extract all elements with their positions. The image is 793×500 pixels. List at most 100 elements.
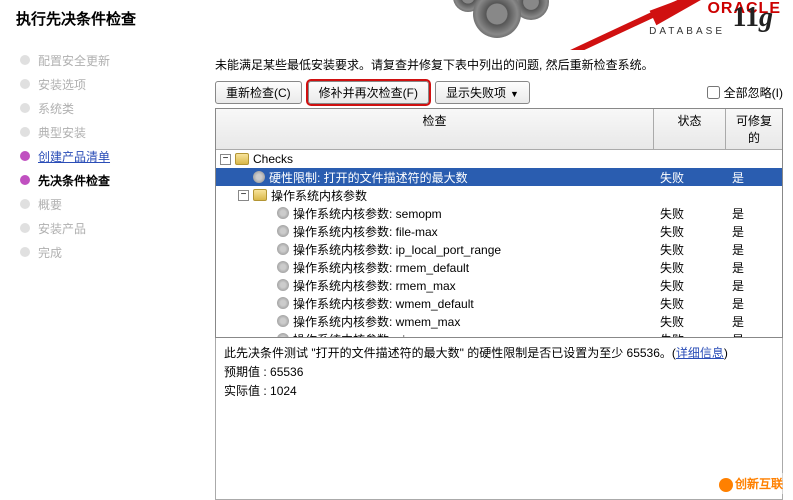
- row-status: 失败: [654, 313, 726, 330]
- description-text: 未能满足某些最低安装要求。请复查并修复下表中列出的问题, 然后重新检查系统。: [215, 56, 783, 73]
- table-row[interactable]: +操作系统内核参数: semopm失败是: [216, 204, 782, 222]
- sidebar-item: 配置安全更新: [16, 48, 205, 72]
- gear-icon: [277, 297, 289, 309]
- sidebar-item[interactable]: 创建产品清单: [16, 144, 205, 168]
- nav-bullet-icon: [20, 223, 30, 233]
- row-label: 操作系统内核参数: ip_local_port_range: [293, 241, 501, 258]
- row-label: 操作系统内核参数: wmem_default: [293, 295, 474, 312]
- gear-icon: [277, 225, 289, 237]
- detail-description: 此先决条件测试 "打开的文件描述符的最大数" 的硬性限制是否已设置为至少 655…: [224, 346, 676, 360]
- ignore-all-checkbox[interactable]: 全部忽略(I): [707, 84, 783, 101]
- gear-icon: [277, 243, 289, 255]
- table-row[interactable]: +操作系统内核参数: wmem_default失败是: [216, 294, 782, 312]
- sidebar-item: 完成: [16, 240, 205, 264]
- gear-icon: [277, 315, 289, 327]
- table-row[interactable]: +操作系统内核参数: ip_local_port_range失败是: [216, 240, 782, 258]
- nav-bullet-icon: [20, 103, 30, 113]
- gears-decoration: [453, 0, 573, 40]
- row-status: 失败: [654, 169, 726, 186]
- folder-icon: [235, 153, 249, 165]
- sidebar-item-label: 安装产品: [38, 220, 86, 237]
- row-fixable: 是: [726, 259, 782, 276]
- sidebar: 执行先决条件检查 配置安全更新安装选项系统类典型安装创建产品清单先决条件检查概要…: [0, 0, 205, 500]
- expected-label: 预期值: [224, 365, 260, 379]
- sidebar-item-label: 配置安全更新: [38, 52, 110, 69]
- actual-value: : 1024: [263, 384, 296, 398]
- row-fixable: 是: [726, 223, 782, 240]
- table-row[interactable]: −操作系统内核参数: [216, 186, 782, 204]
- row-status: 失败: [654, 223, 726, 240]
- row-status: 失败: [654, 331, 726, 338]
- table-row[interactable]: +操作系统内核参数: rmem_max失败是: [216, 276, 782, 294]
- sidebar-item-label: 完成: [38, 244, 62, 261]
- column-header-fixable[interactable]: 可修复的: [726, 109, 782, 149]
- gear-icon: [277, 207, 289, 219]
- checks-body[interactable]: −Checks+硬性限制: 打开的文件描述符的最大数失败是−操作系统内核参数+操…: [216, 150, 782, 337]
- row-status: 失败: [654, 295, 726, 312]
- checks-table: 检查 状态 可修复的 −Checks+硬性限制: 打开的文件描述符的最大数失败是…: [215, 108, 783, 338]
- row-label: 硬性限制: 打开的文件描述符的最大数: [269, 169, 468, 186]
- row-label: 操作系统内核参数: aio-max-nr: [293, 331, 453, 338]
- actual-label: 实际值: [224, 384, 260, 398]
- sidebar-item-label: 系统类: [38, 100, 74, 117]
- watermark: 创新互联: [715, 473, 787, 494]
- sidebar-item: 系统类: [16, 96, 205, 120]
- table-row[interactable]: +操作系统内核参数: aio-max-nr失败是: [216, 330, 782, 337]
- ignore-all-input[interactable]: [707, 86, 720, 99]
- row-fixable: 是: [726, 295, 782, 312]
- nav-bullet-icon: [20, 175, 30, 185]
- nav-bullet-icon: [20, 247, 30, 257]
- row-fixable: 是: [726, 313, 782, 330]
- toolbar: 重新检查(C) 修补并再次检查(F) 显示失败项▼ 全部忽略(I): [215, 81, 783, 104]
- gear-icon: [277, 279, 289, 291]
- column-header-check[interactable]: 检查: [216, 109, 654, 149]
- page-title: 执行先决条件检查: [16, 8, 136, 29]
- row-label: 操作系统内核参数: semopm: [293, 205, 442, 222]
- logo-area: ORACLE 11g DATABASE: [413, 0, 793, 50]
- tree-toggle-icon[interactable]: −: [220, 154, 231, 165]
- chevron-down-icon: ▼: [510, 89, 519, 99]
- row-status: 失败: [654, 259, 726, 276]
- column-header-status[interactable]: 状态: [654, 109, 726, 149]
- sidebar-item: 安装产品: [16, 216, 205, 240]
- table-row[interactable]: +硬性限制: 打开的文件描述符的最大数失败是: [216, 168, 782, 186]
- row-label: 操作系统内核参数: wmem_max: [293, 313, 460, 330]
- nav-bullet-icon: [20, 79, 30, 89]
- version-logo: 11g: [733, 2, 773, 34]
- table-row[interactable]: +操作系统内核参数: file-max失败是: [216, 222, 782, 240]
- sidebar-item: 概要: [16, 192, 205, 216]
- row-status: 失败: [654, 277, 726, 294]
- show-failed-dropdown[interactable]: 显示失败项▼: [435, 81, 530, 104]
- sidebar-item-label: 典型安装: [38, 124, 86, 141]
- row-fixable: 是: [726, 331, 782, 338]
- nav-bullet-icon: [20, 151, 30, 161]
- row-label: 操作系统内核参数: file-max: [293, 223, 438, 240]
- main: ORACLE 11g DATABASE 未能满足某些最低安装要求。请复查并修复下…: [205, 0, 793, 500]
- fix-and-recheck-button[interactable]: 修补并再次检查(F): [308, 81, 429, 104]
- table-row[interactable]: +操作系统内核参数: rmem_default失败是: [216, 258, 782, 276]
- sidebar-item-label: 安装选项: [38, 76, 86, 93]
- tree-toggle-icon[interactable]: −: [238, 190, 249, 201]
- row-fixable: 是: [726, 169, 782, 186]
- sidebar-item-label: 创建产品清单: [38, 148, 110, 165]
- row-label: Checks: [253, 152, 293, 166]
- sidebar-item: 安装选项: [16, 72, 205, 96]
- row-status: 失败: [654, 241, 726, 258]
- folder-icon: [253, 189, 267, 201]
- row-fixable: 是: [726, 241, 782, 258]
- table-row[interactable]: +操作系统内核参数: wmem_max失败是: [216, 312, 782, 330]
- sidebar-item: 典型安装: [16, 120, 205, 144]
- more-info-link[interactable]: 详细信息: [676, 346, 724, 360]
- gear-icon: [277, 261, 289, 273]
- recheck-button[interactable]: 重新检查(C): [215, 81, 302, 104]
- table-row[interactable]: − Checks: [216, 150, 782, 168]
- nav-list: 配置安全更新安装选项系统类典型安装创建产品清单先决条件检查概要安装产品完成: [0, 48, 205, 264]
- gear-icon: [277, 333, 289, 337]
- sidebar-item-label: 概要: [38, 196, 62, 213]
- gear-icon: [253, 171, 265, 183]
- nav-bullet-icon: [20, 127, 30, 137]
- detail-panel: 此先决条件测试 "打开的文件描述符的最大数" 的硬性限制是否已设置为至少 655…: [215, 338, 783, 500]
- row-fixable: 是: [726, 277, 782, 294]
- sidebar-item-label: 先决条件检查: [38, 172, 110, 189]
- sidebar-item: 先决条件检查: [16, 168, 205, 192]
